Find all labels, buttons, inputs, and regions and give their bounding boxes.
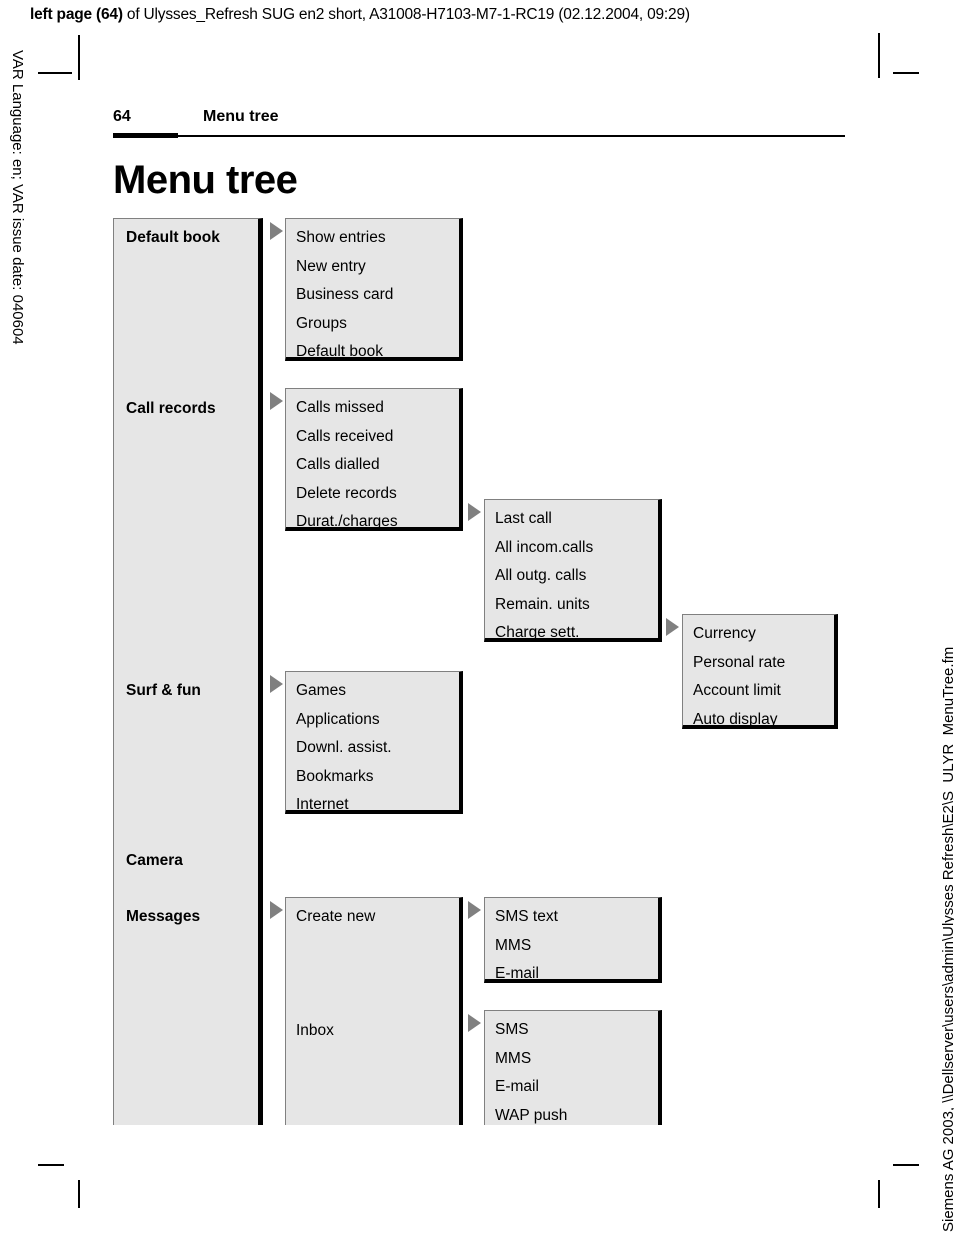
submenu-item[interactable]: E-mail (485, 960, 658, 989)
crop-mark-bottom-left-vertical (78, 1180, 80, 1208)
header-rule-thick (113, 133, 178, 138)
menu-item-call-records[interactable]: Call records (114, 395, 258, 424)
submenu-surf-fun: Games Applications Downl. assist. Bookma… (285, 671, 463, 814)
arrow-icon-charge-sett (666, 618, 679, 636)
submenu-inbox: SMS MMS E-mail WAP push (484, 1010, 662, 1125)
submenu-item[interactable]: Calls dialled (286, 451, 459, 480)
submenu-item[interactable]: Charge sett. (485, 619, 658, 648)
page-number: 64 (113, 108, 131, 125)
submenu-item[interactable]: Auto display (683, 706, 834, 735)
arrow-icon-default-book (270, 222, 283, 240)
submenu-item[interactable]: Calls missed (286, 394, 459, 423)
submenu-item[interactable]: Delete records (286, 480, 459, 509)
arrow-icon-create-new (468, 901, 481, 919)
submenu-item[interactable]: All outg. calls (485, 562, 658, 591)
submenu-item[interactable]: Applications (286, 706, 459, 735)
submenu-item[interactable]: SMS (485, 1016, 658, 1045)
submenu-item[interactable]: Default book (286, 338, 459, 367)
arrow-icon-durat-charges (468, 503, 481, 521)
header-rule-thin (178, 135, 845, 137)
arrow-icon-call-records (270, 392, 283, 410)
menu-item-surf-fun[interactable]: Surf & fun (114, 677, 258, 706)
siemens-path-sidenote: Siemens AG 2003, \\Dellserver\users\admi… (940, 646, 954, 1232)
submenu-item[interactable]: MMS (485, 1045, 658, 1074)
menu-item-default-book[interactable]: Default book (114, 224, 258, 253)
submenu-item[interactable]: Groups (286, 310, 459, 339)
submenu-item[interactable]: MMS (485, 932, 658, 961)
var-language-sidenote: VAR Language: en; VAR issue date: 040604 (9, 50, 26, 345)
submenu-item[interactable]: Remain. units (485, 591, 658, 620)
submenu-create-new: SMS text MMS E-mail (484, 897, 662, 983)
menu-item-messages[interactable]: Messages (114, 903, 258, 932)
menu-level1-box: Default book Call records Surf & fun Cam… (113, 218, 263, 1125)
submenu-item[interactable]: Games (286, 677, 459, 706)
submenu-item[interactable]: Bookmarks (286, 763, 459, 792)
submenu-item[interactable]: Currency (683, 620, 834, 649)
submenu-item[interactable]: Calls received (286, 423, 459, 452)
submenu-item[interactable]: New entry (286, 253, 459, 282)
submenu-item[interactable]: Show entries (286, 224, 459, 253)
crop-mark-top-left-vertical (78, 35, 80, 80)
submenu-item[interactable]: Downl. assist. (286, 734, 459, 763)
submenu-item[interactable]: All incom.calls (485, 534, 658, 563)
menu-item-camera[interactable]: Camera (114, 847, 258, 876)
crop-mark-top-left-horizontal (38, 72, 72, 74)
submenu-default-book: Show entries New entry Business card Gro… (285, 218, 463, 361)
submenu-item[interactable]: Personal rate (683, 649, 834, 678)
crop-mark-bottom-right-vertical (878, 1180, 880, 1208)
submenu-messages: Create new Inbox (285, 897, 463, 1125)
submenu-item[interactable]: Business card (286, 281, 459, 310)
crop-mark-bottom-left-horizontal (38, 1164, 64, 1166)
print-header-bold: left page (64) (30, 6, 123, 23)
print-header: left page (64) of Ulysses_Refresh SUG en… (30, 6, 690, 24)
running-title: Menu tree (203, 108, 279, 125)
submenu-item[interactable]: Create new (286, 903, 459, 932)
submenu-call-records: Calls missed Calls received Calls dialle… (285, 388, 463, 531)
arrow-icon-messages (270, 901, 283, 919)
submenu-item[interactable]: Account limit (683, 677, 834, 706)
arrow-icon-inbox (468, 1014, 481, 1032)
page-title: Menu tree (113, 158, 298, 202)
print-header-rest: of Ulysses_Refresh SUG en2 short, A31008… (122, 6, 690, 23)
crop-mark-top-right-horizontal (893, 72, 919, 74)
submenu-durat-charges: Last call All incom.calls All outg. call… (484, 499, 662, 642)
submenu-item[interactable]: WAP push (485, 1102, 658, 1131)
submenu-item[interactable]: Internet (286, 791, 459, 820)
submenu-item[interactable]: E-mail (485, 1073, 658, 1102)
submenu-item[interactable]: Durat./charges (286, 508, 459, 537)
crop-mark-bottom-right-horizontal (893, 1164, 919, 1166)
submenu-item[interactable]: Inbox (286, 1017, 459, 1046)
submenu-item[interactable]: SMS text (485, 903, 658, 932)
submenu-item[interactable]: Last call (485, 505, 658, 534)
arrow-icon-surf-fun (270, 675, 283, 693)
crop-mark-top-right-vertical (878, 33, 880, 78)
submenu-charge-sett: Currency Personal rate Account limit Aut… (682, 614, 838, 729)
page-header: 64 Menu tree (113, 108, 845, 138)
